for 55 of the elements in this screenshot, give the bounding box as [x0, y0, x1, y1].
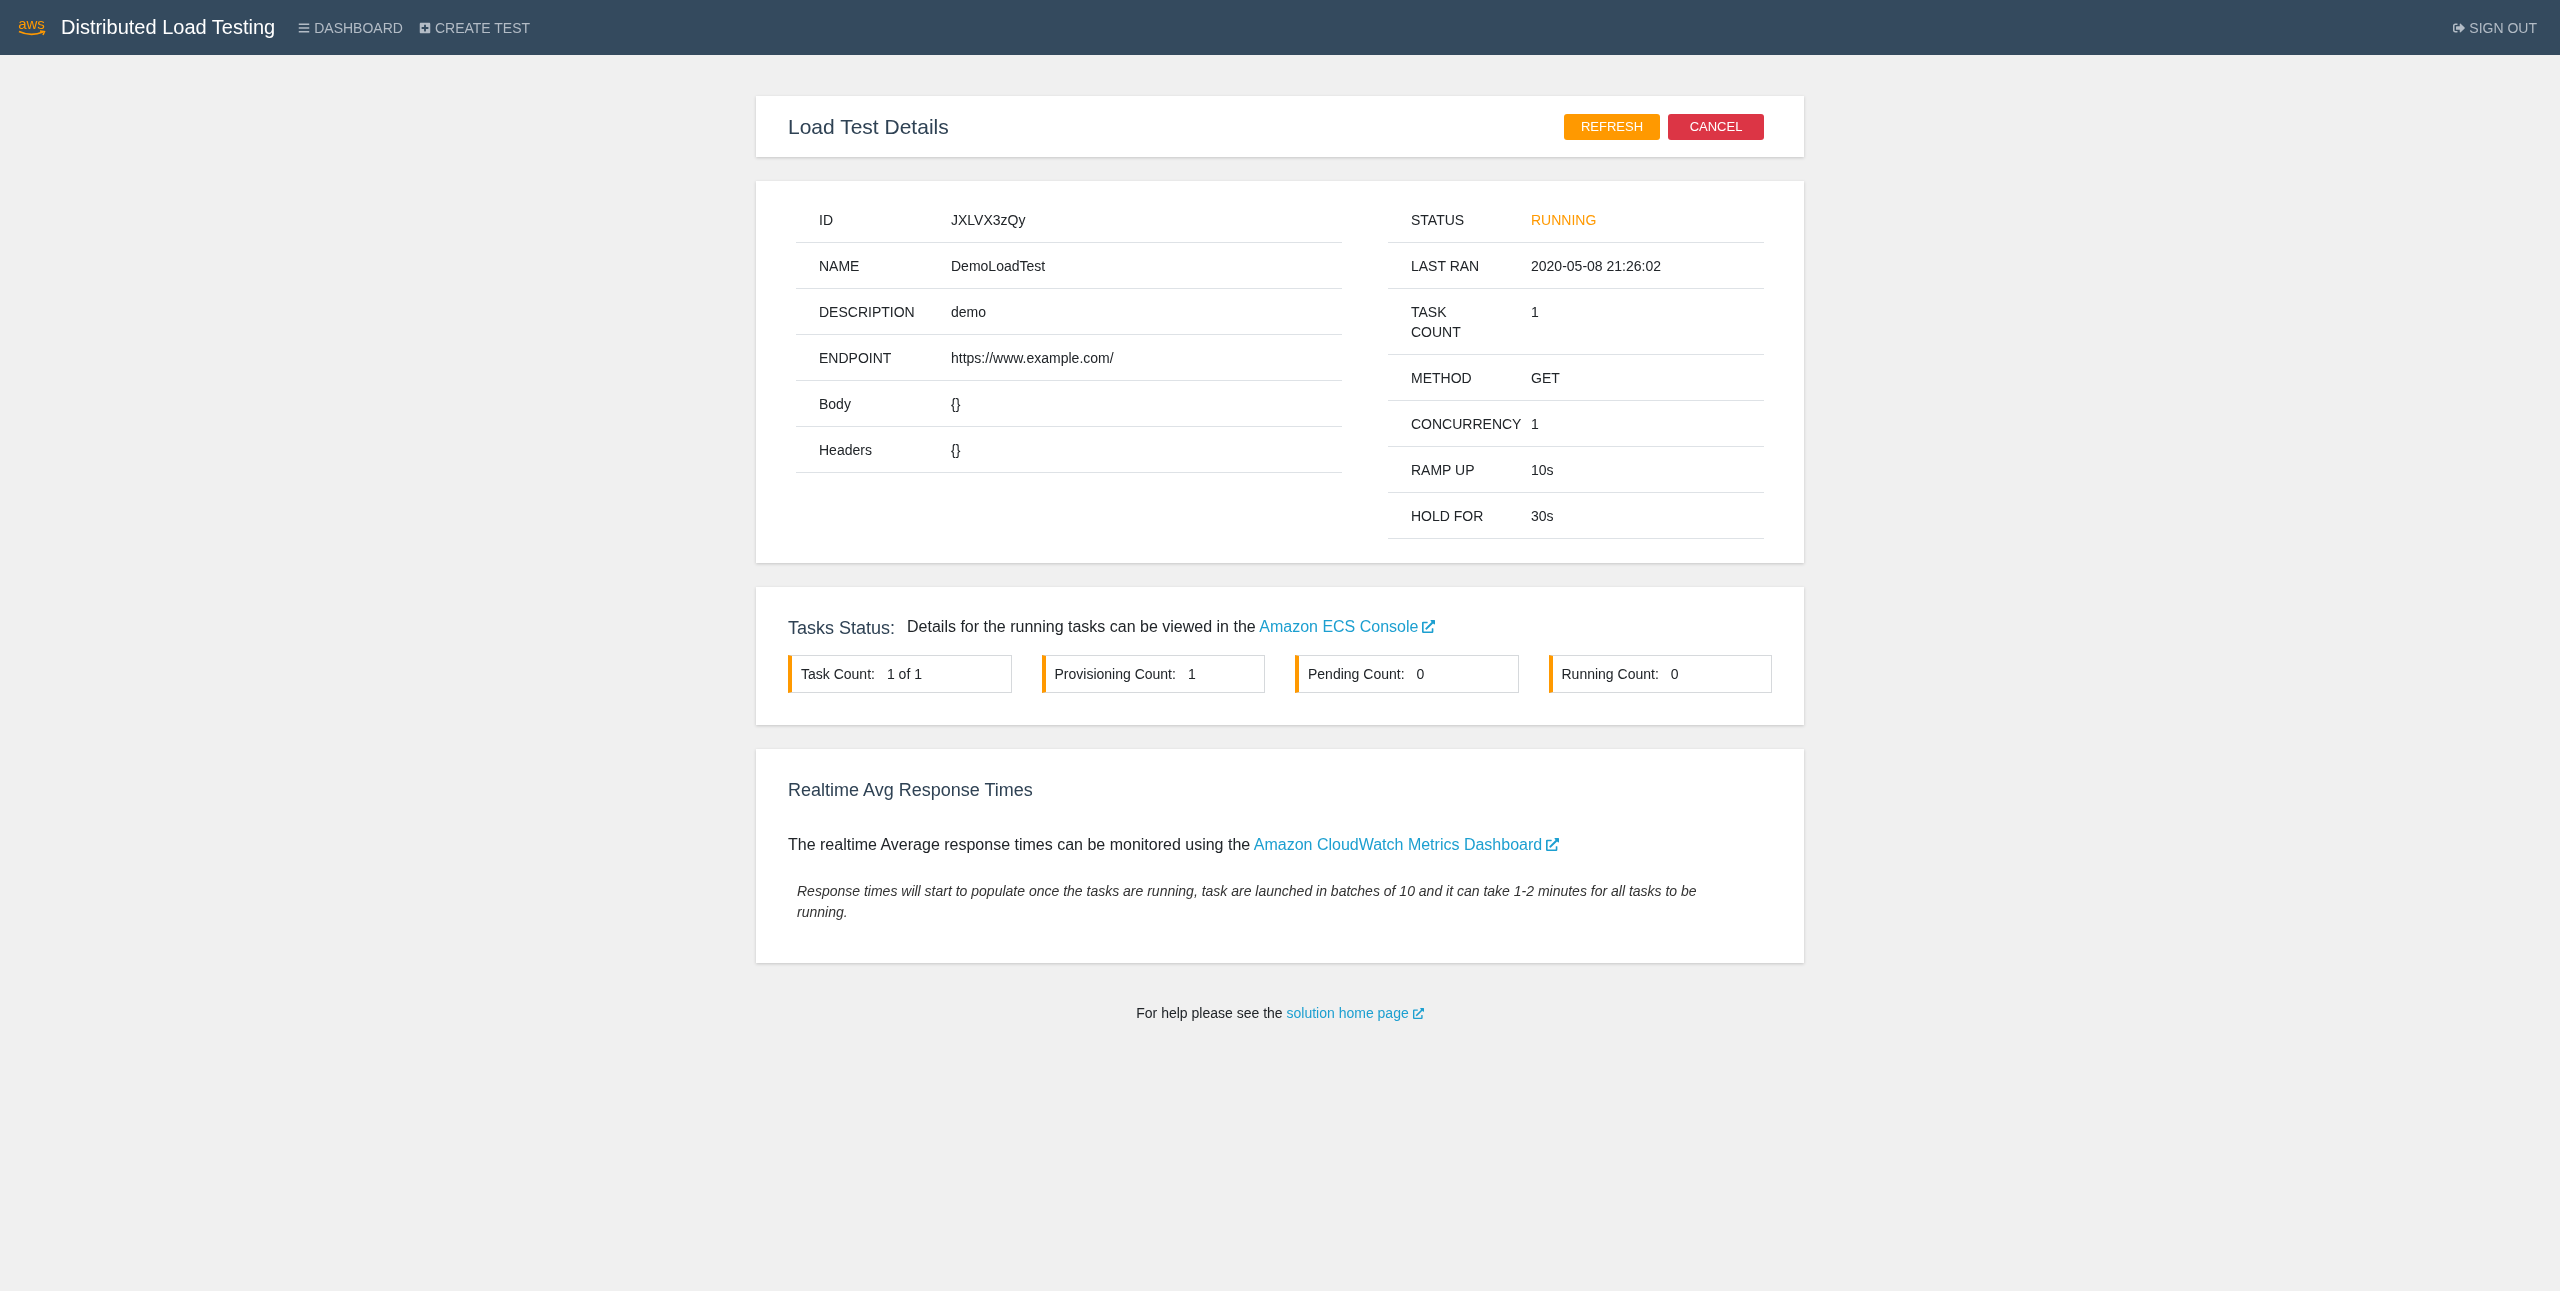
- nav-link[interactable]: DASHBOARD: [298, 19, 403, 36]
- detail-value: https://www.example.com/: [951, 349, 1114, 368]
- detail-value: DemoLoadTest: [951, 257, 1046, 276]
- count-value: 1: [1187, 666, 1196, 682]
- page-title: Load Test Details: [788, 114, 949, 139]
- detail-value: GET: [1531, 369, 1560, 388]
- detail-label: DESCRIPTION: [819, 303, 915, 322]
- detail-value: 1: [1531, 415, 1539, 434]
- nav-link[interactable]: CREATE TEST: [418, 19, 531, 36]
- detail-value: JXLVX3zQy: [951, 211, 1026, 230]
- detail-value: 30s: [1531, 507, 1554, 526]
- detail-label: TASK COUNT: [1411, 303, 1462, 342]
- count-value: 0: [1670, 666, 1679, 682]
- detail-value: 1: [1531, 303, 1539, 322]
- section-title: Realtime Avg Response Times: [788, 779, 1033, 802]
- detail-label: Headers: [819, 441, 872, 460]
- help-text: For help please see the solution home page: [1136, 1003, 1424, 1023]
- count-value: 1 of 1: [886, 666, 922, 682]
- detail-label: ID: [819, 211, 833, 230]
- detail-label: LAST RAN: [1411, 257, 1480, 276]
- detail-label: Body: [819, 395, 851, 414]
- detail-label: CONCURRENCY: [1411, 415, 1522, 434]
- sign-out-link[interactable]: SIGN OUT: [2453, 19, 2537, 36]
- count-label: Pending Count:: [1308, 666, 1405, 682]
- detail-label: NAME: [819, 257, 860, 276]
- ecs-console-link[interactable]: Amazon ECS Console: [1259, 618, 1436, 635]
- app-title[interactable]: Distributed Load Testing: [61, 16, 276, 39]
- detail-value: 10s: [1531, 461, 1554, 480]
- detail-value: {}: [951, 441, 961, 460]
- detail-value: 2020-05-08 21:26:02: [1531, 257, 1661, 276]
- sign-out-icon: [2453, 21, 2466, 34]
- response-times-description: The realtime Average response times can be monitored using the Amazon CloudWatch Metrics Dashboard: [788, 833, 1560, 857]
- external-link-icon: [1412, 1008, 1424, 1019]
- solution-home-link[interactable]: solution home page: [1286, 1005, 1424, 1021]
- count-label: Provisioning Count:: [1054, 666, 1176, 682]
- external-link-icon: [1422, 620, 1436, 633]
- cancel-button[interactable]: CANCEL: [1668, 113, 1764, 140]
- logo: aws: [16, 18, 47, 37]
- detail-label: METHOD: [1411, 369, 1472, 388]
- detail-value: demo: [951, 303, 987, 322]
- response-times-note: Response times will start to populate once the tasks are running, task are launched in batches of 10 and it can take 1-2 minutes for all tasks to be running.: [796, 882, 1698, 922]
- section-title: Tasks Status:: [788, 617, 896, 640]
- detail-label: HOLD FOR: [1411, 507, 1484, 526]
- detail-label: RAMP UP: [1411, 461, 1475, 480]
- count-label: Task Count:: [801, 666, 875, 682]
- menu-icon: [298, 21, 311, 34]
- detail-label: ENDPOINT: [819, 349, 892, 368]
- status-value: RUNNING: [1531, 211, 1597, 230]
- count-label: Running Count:: [1561, 666, 1659, 682]
- cloudwatch-dashboard-link[interactable]: Amazon CloudWatch Metrics Dashboard: [1253, 836, 1560, 853]
- tasks-status-description: Details for the running tasks can be viewed in the Amazon ECS Console: [907, 615, 1436, 639]
- detail-label: STATUS: [1411, 211, 1465, 230]
- external-link-icon: [1546, 838, 1560, 851]
- detail-value: {}: [951, 395, 961, 414]
- count-value: 0: [1416, 666, 1425, 682]
